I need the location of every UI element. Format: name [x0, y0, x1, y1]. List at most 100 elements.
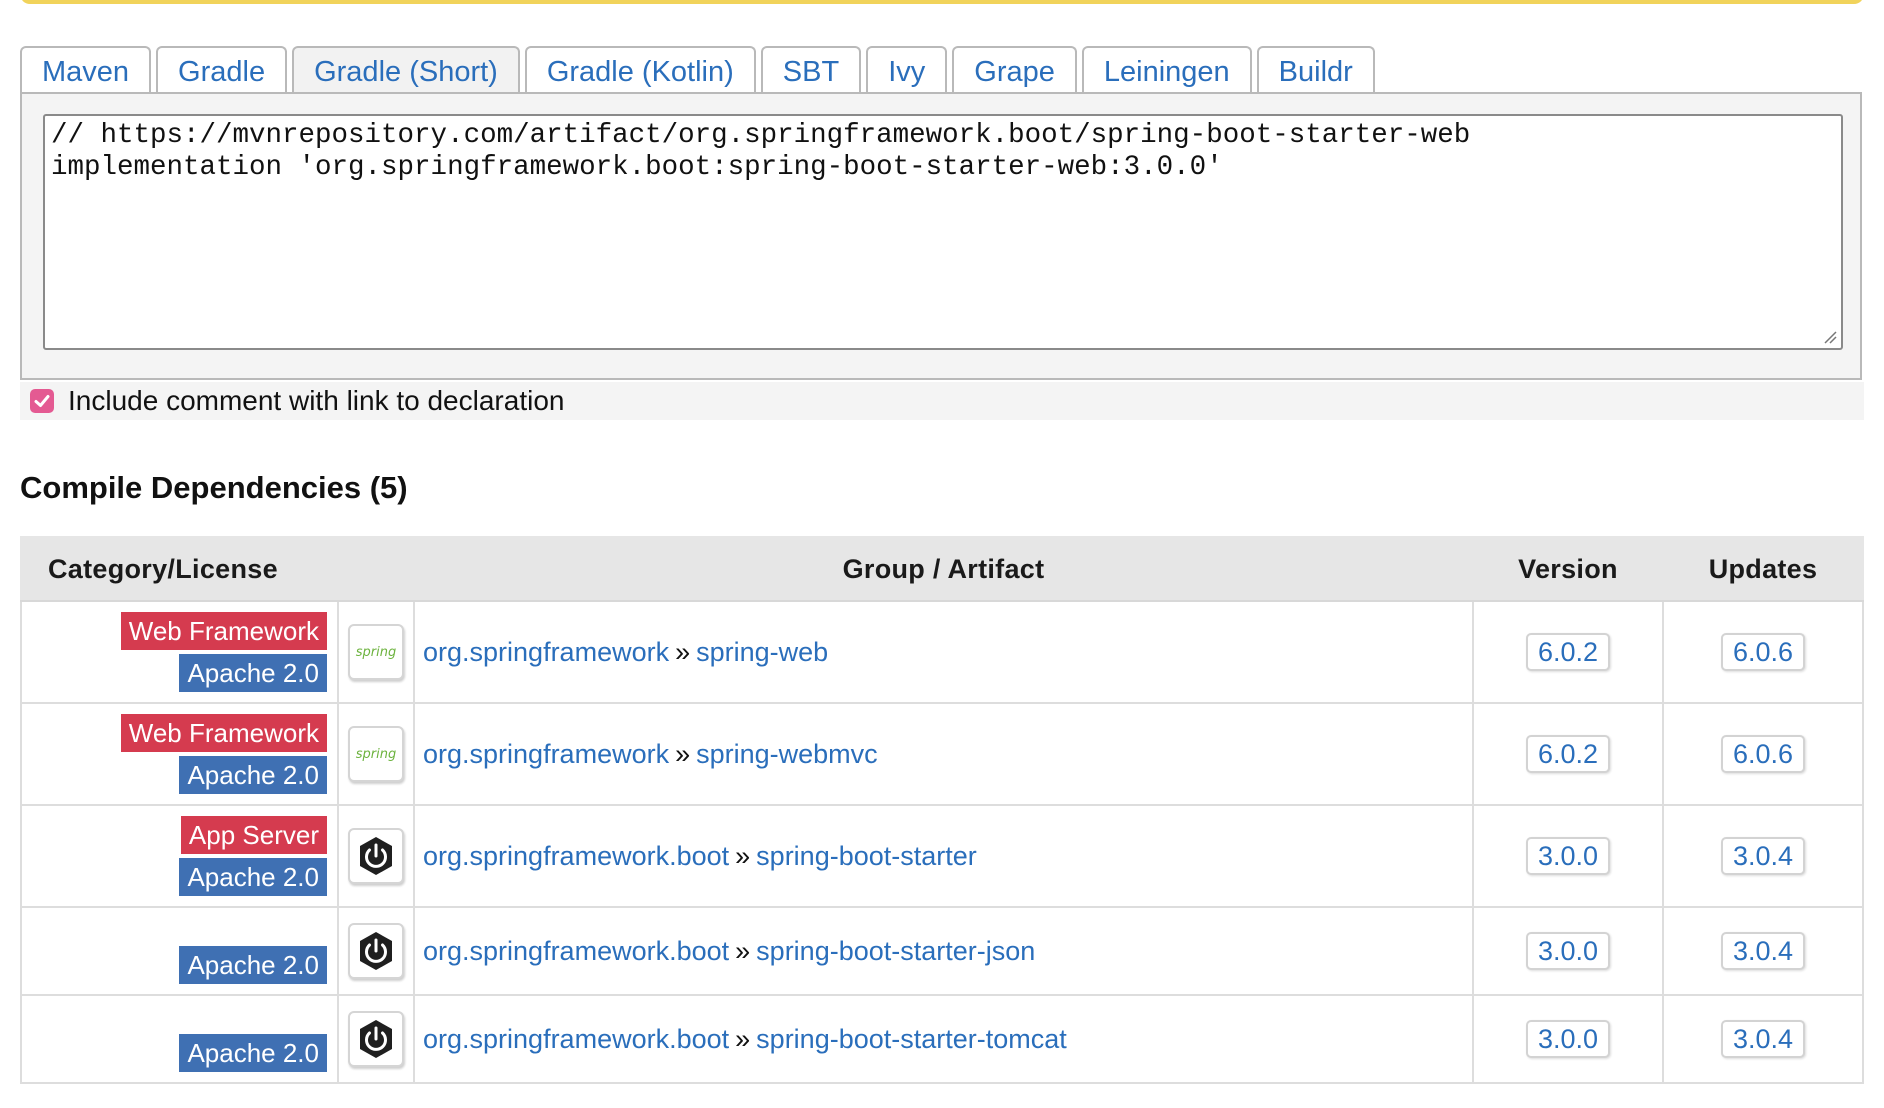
tab-sbt[interactable]: SBT — [760, 46, 862, 94]
header-updates: Updates — [1662, 536, 1864, 602]
update-button[interactable]: 3.0.4 — [1720, 837, 1806, 875]
snippet-line-comment: // https://mvnrepository.com/artifact/or… — [51, 120, 1471, 151]
group-link[interactable]: org.springframework.boot — [423, 1024, 729, 1054]
artifact-link[interactable]: spring-boot-starter-tomcat — [756, 1024, 1067, 1054]
spring-logo-icon[interactable]: spring — [348, 726, 404, 782]
category-license-cell: Web Framework Apache 2.0 — [20, 600, 339, 704]
include-comment-row: Include comment with link to declaration — [20, 382, 1864, 420]
group-link[interactable]: org.springframework — [423, 739, 669, 769]
separator: » — [735, 1023, 751, 1054]
updates-cell: 3.0.4 — [1662, 994, 1864, 1084]
spring-logo-text: spring — [355, 644, 397, 660]
checkmark-icon — [34, 395, 50, 407]
category-license-cell: Web Framework Apache 2.0 — [20, 702, 339, 806]
power-icon[interactable] — [348, 1011, 404, 1067]
header-version: Version — [1472, 536, 1664, 602]
table-row: Web Framework Apache 2.0 spring org.spri… — [20, 600, 1864, 704]
update-button[interactable]: 3.0.4 — [1720, 932, 1806, 970]
table-row: Apache 2.0 org.springframework.boot» spri… — [20, 906, 1864, 996]
separator: » — [675, 738, 691, 769]
separator: » — [675, 636, 691, 667]
tab-leiningen[interactable]: Leiningen — [1081, 46, 1252, 94]
separator: » — [735, 840, 751, 871]
include-comment-checkbox[interactable] — [30, 389, 54, 413]
group-artifact-cell: org.springframework.boot» spring-boot-sta… — [413, 906, 1474, 996]
build-tool-tabs: Maven Gradle Gradle (Short) Gradle (Kotl… — [20, 44, 1380, 94]
tab-maven[interactable]: Maven — [20, 46, 152, 94]
dependencies-table: Category/License Group / Artifact Versio… — [20, 536, 1864, 1084]
version-button[interactable]: 3.0.0 — [1525, 837, 1611, 875]
dependency-snippet-textarea[interactable]: // https://mvnrepository.com/artifact/or… — [43, 114, 1843, 350]
power-symbol — [360, 932, 392, 970]
version-button[interactable]: 6.0.2 — [1525, 633, 1611, 671]
version-cell: 6.0.2 — [1472, 600, 1664, 704]
version-cell: 6.0.2 — [1472, 702, 1664, 806]
include-comment-label: Include comment with link to declaration — [68, 385, 565, 416]
version-button[interactable]: 3.0.0 — [1525, 1020, 1611, 1058]
category-license-cell: App Server Apache 2.0 — [20, 804, 339, 908]
license-badge[interactable]: Apache 2.0 — [179, 946, 327, 984]
update-button[interactable]: 6.0.6 — [1720, 633, 1806, 671]
category-badge[interactable]: App Server — [180, 816, 327, 854]
updates-cell: 3.0.4 — [1662, 906, 1864, 996]
group-artifact-cell: org.springframework» spring-web — [413, 600, 1474, 704]
category-license-cell: Apache 2.0 — [20, 994, 339, 1084]
snippet-panel: // https://mvnrepository.com/artifact/or… — [20, 92, 1862, 380]
header-artifact: Group / Artifact — [413, 536, 1474, 602]
resize-grip-icon[interactable] — [1823, 330, 1837, 344]
version-cell: 3.0.0 — [1472, 994, 1664, 1084]
category-badge[interactable]: Web Framework — [120, 714, 327, 752]
version-cell: 3.0.0 — [1472, 804, 1664, 908]
compile-dependencies-title: Compile Dependencies (5) — [20, 470, 408, 505]
separator: » — [735, 935, 751, 966]
logo-cell — [337, 906, 415, 996]
artifact-link[interactable]: spring-boot-starter — [756, 841, 977, 871]
spring-logo-text: spring — [355, 746, 397, 762]
tab-gradle-kotlin[interactable]: Gradle (Kotlin) — [524, 46, 756, 94]
tab-gradle[interactable]: Gradle — [156, 46, 288, 94]
updates-cell: 6.0.6 — [1662, 702, 1864, 806]
logo-cell — [337, 994, 415, 1084]
group-link[interactable]: org.springframework.boot — [423, 936, 729, 966]
update-button[interactable]: 3.0.4 — [1720, 1020, 1806, 1058]
version-button[interactable]: 3.0.0 — [1525, 932, 1611, 970]
power-symbol — [360, 1020, 392, 1058]
license-badge[interactable]: Apache 2.0 — [179, 654, 327, 692]
tab-ivy[interactable]: Ivy — [866, 46, 948, 94]
group-artifact-cell: org.springframework» spring-webmvc — [413, 702, 1474, 806]
tab-gradle-short[interactable]: Gradle (Short) — [292, 46, 520, 94]
table-row: App Server Apache 2.0 org.springframewor… — [20, 804, 1864, 908]
table-row: Apache 2.0 org.springframework.boot» spri… — [20, 994, 1864, 1084]
logo-cell: spring — [337, 702, 415, 806]
group-artifact-cell: org.springframework.boot» spring-boot-sta… — [413, 804, 1474, 908]
table-row: Web Framework Apache 2.0 spring org.spri… — [20, 702, 1864, 806]
license-badge[interactable]: Apache 2.0 — [179, 858, 327, 896]
power-icon[interactable] — [348, 923, 404, 979]
group-link[interactable]: org.springframework — [423, 637, 669, 667]
artifact-link[interactable]: spring-web — [696, 637, 828, 667]
header-category: Category/License — [20, 536, 339, 602]
update-button[interactable]: 6.0.6 — [1720, 735, 1806, 773]
logo-cell — [337, 804, 415, 908]
header-logo — [337, 536, 415, 602]
group-artifact-cell: org.springframework.boot» spring-boot-sta… — [413, 994, 1474, 1084]
updates-cell: 6.0.6 — [1662, 600, 1864, 704]
license-badge[interactable]: Apache 2.0 — [179, 756, 327, 794]
updates-cell: 3.0.4 — [1662, 804, 1864, 908]
category-license-cell: Apache 2.0 — [20, 906, 339, 996]
snippet-line-implementation: implementation 'org.springframework.boot… — [51, 152, 1223, 183]
license-badge[interactable]: Apache 2.0 — [179, 1034, 327, 1072]
spring-logo-icon[interactable]: spring — [348, 624, 404, 680]
version-cell: 3.0.0 — [1472, 906, 1664, 996]
group-link[interactable]: org.springframework.boot — [423, 841, 729, 871]
top-highlight-box — [20, 0, 1864, 4]
artifact-link[interactable]: spring-boot-starter-json — [756, 936, 1035, 966]
tab-buildr[interactable]: Buildr — [1256, 46, 1375, 94]
category-badge[interactable]: Web Framework — [120, 612, 327, 650]
tab-grape[interactable]: Grape — [952, 46, 1077, 94]
power-icon[interactable] — [348, 828, 404, 884]
artifact-link[interactable]: spring-webmvc — [696, 739, 878, 769]
logo-cell: spring — [337, 600, 415, 704]
table-header-row: Category/License Group / Artifact Versio… — [20, 536, 1864, 602]
version-button[interactable]: 6.0.2 — [1525, 735, 1611, 773]
